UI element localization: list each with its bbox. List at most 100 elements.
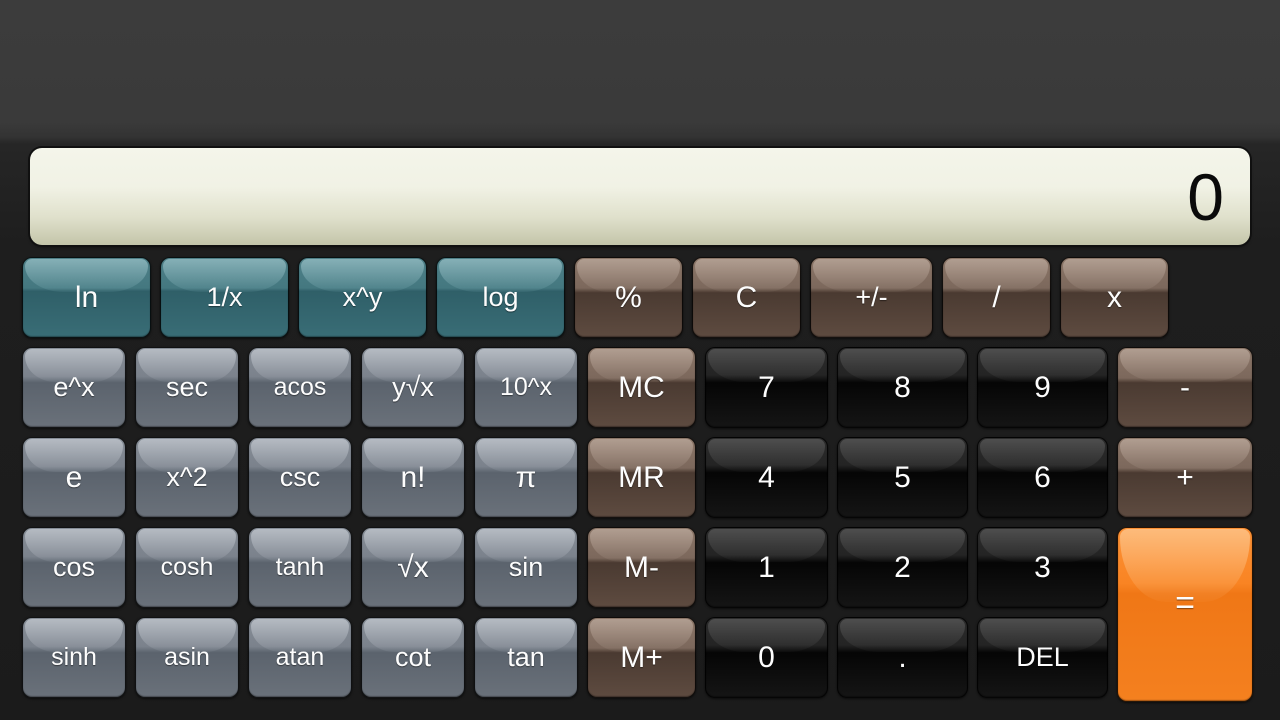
key-sinh[interactable]: sinh — [22, 617, 126, 698]
key-label: 7 — [758, 370, 775, 404]
key-label: M- — [624, 550, 659, 584]
key-acos[interactable]: acos — [248, 347, 352, 428]
key-label: DEL — [1016, 642, 1069, 672]
key-label: asin — [164, 643, 210, 671]
key-label: 1 — [758, 550, 775, 584]
key-label: sec — [165, 372, 209, 402]
calculator-app: 0 ln 1/x x^y log% C +/- / x e^x sec acos y√x 10^x MC 7… — [0, 0, 1280, 720]
key-label: 5 — [894, 460, 911, 494]
key-label: MC — [618, 370, 665, 404]
key-label: C — [735, 280, 758, 314]
key-exp[interactable]: e^x — [22, 347, 126, 428]
key-asin[interactable]: asin — [135, 617, 239, 698]
key-label: ln — [74, 280, 99, 314]
key-memory-add[interactable]: M+ — [587, 617, 696, 698]
key-label: csc — [279, 462, 321, 492]
key-label: 4 — [758, 460, 775, 494]
key-label: sinh — [51, 643, 97, 671]
key-2[interactable]: 2 — [837, 527, 968, 608]
key-label: M+ — [620, 640, 663, 674]
key-decimal[interactable]: . — [837, 617, 968, 698]
key-0[interactable]: 0 — [705, 617, 828, 698]
key-multiply[interactable]: x — [1060, 257, 1169, 338]
key-label: % — [615, 280, 642, 314]
key-cos[interactable]: cos — [22, 527, 126, 608]
key-label: tanh — [275, 553, 325, 581]
key-memory-subtract[interactable]: M- — [587, 527, 696, 608]
key-ln[interactable]: ln — [22, 257, 151, 338]
key-delete[interactable]: DEL — [977, 617, 1108, 698]
key-label: √x — [397, 550, 429, 584]
key-label: n! — [400, 460, 426, 494]
key-label: 2 — [894, 550, 911, 584]
key-5[interactable]: 5 — [837, 437, 968, 518]
key-label: x — [1107, 280, 1122, 314]
key-4[interactable]: 4 — [705, 437, 828, 518]
key-cosh[interactable]: cosh — [135, 527, 239, 608]
key-label: 1/x — [206, 282, 243, 312]
key-sign[interactable]: +/- — [810, 257, 933, 338]
key-power[interactable]: x^y — [298, 257, 427, 338]
key-label: x^y — [342, 282, 383, 312]
key-3[interactable]: 3 — [977, 527, 1108, 608]
key-label: - — [1180, 370, 1190, 404]
key-factorial[interactable]: n! — [361, 437, 465, 518]
key-label: sin — [508, 552, 544, 582]
key-label: 3 — [1034, 550, 1051, 584]
key-label: e — [65, 460, 83, 494]
key-6[interactable]: 6 — [977, 437, 1108, 518]
key-memory-recall[interactable]: MR — [587, 437, 696, 518]
key-log[interactable]: log — [436, 257, 565, 338]
key-divide[interactable]: / — [942, 257, 1051, 338]
key-ten-power[interactable]: 10^x — [474, 347, 578, 428]
key-equals[interactable]: = — [1117, 527, 1253, 702]
key-cot[interactable]: cot — [361, 617, 465, 698]
keypad: ln 1/x x^y log% C +/- / x e^x sec acos y√x 10^x MC 7 8 9… — [22, 257, 1262, 712]
key-tanh[interactable]: tanh — [248, 527, 352, 608]
key-label: cot — [394, 642, 432, 672]
key-reciprocal[interactable]: 1/x — [160, 257, 289, 338]
key-label: cosh — [160, 553, 214, 581]
key-label: 10^x — [499, 373, 553, 401]
key-label: x^2 — [166, 462, 208, 492]
key-label: = — [1175, 584, 1195, 622]
key-label: + — [1176, 460, 1194, 494]
key-label: / — [992, 280, 1001, 314]
key-label: cos — [52, 552, 96, 582]
key-label: π — [515, 460, 537, 494]
key-9[interactable]: 9 — [977, 347, 1108, 428]
key-csc[interactable]: csc — [248, 437, 352, 518]
key-atan[interactable]: atan — [248, 617, 352, 698]
vertical-scrollbar[interactable] — [1262, 0, 1274, 140]
key-label: y√x — [392, 372, 434, 402]
key-label: e^x — [53, 372, 95, 402]
key-pi[interactable]: π — [474, 437, 578, 518]
key-add[interactable]: + — [1117, 437, 1253, 518]
key-sin[interactable]: sin — [474, 527, 578, 608]
key-tan[interactable]: tan — [474, 617, 578, 698]
key-label: acos — [273, 373, 327, 401]
key-euler[interactable]: e — [22, 437, 126, 518]
key-label: 8 — [894, 370, 911, 404]
key-label: MR — [618, 460, 665, 494]
key-subtract[interactable]: - — [1117, 347, 1253, 428]
key-label: 6 — [1034, 460, 1051, 494]
key-clear[interactable]: C — [692, 257, 801, 338]
key-label: atan — [275, 643, 325, 671]
key-label: 0 — [758, 640, 775, 674]
key-label: tan — [507, 642, 545, 672]
key-percent[interactable]: % — [574, 257, 683, 338]
key-8[interactable]: 8 — [837, 347, 968, 428]
key-label: . — [898, 640, 907, 674]
key-label: 9 — [1034, 370, 1051, 404]
key-label: log — [482, 282, 519, 312]
key-memory-clear[interactable]: MC — [587, 347, 696, 428]
key-sec[interactable]: sec — [135, 347, 239, 428]
key-1[interactable]: 1 — [705, 527, 828, 608]
calculator-display[interactable]: 0 — [30, 148, 1250, 245]
display-value: 0 — [1187, 159, 1224, 234]
key-square[interactable]: x^2 — [135, 437, 239, 518]
key-7[interactable]: 7 — [705, 347, 828, 428]
key-sqrt[interactable]: √x — [361, 527, 465, 608]
key-nth-root[interactable]: y√x — [361, 347, 465, 428]
